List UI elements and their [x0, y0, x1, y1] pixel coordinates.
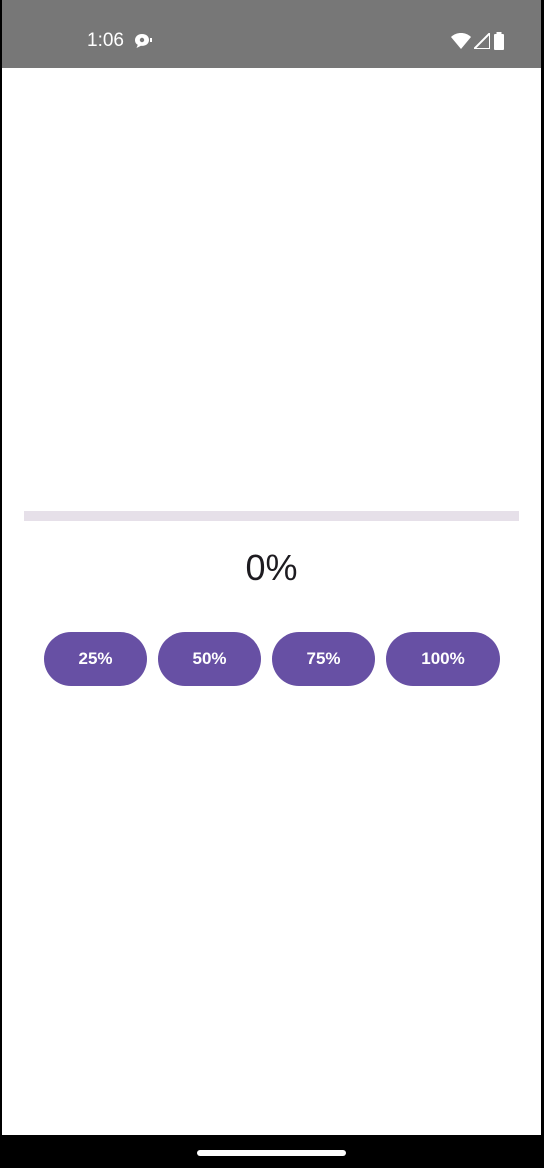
- notification-icon: [135, 34, 152, 48]
- signal-icon: [474, 33, 490, 49]
- set-25-percent-button[interactable]: 25%: [44, 632, 147, 686]
- set-50-percent-button[interactable]: 50%: [158, 632, 261, 686]
- battery-icon: [494, 32, 504, 50]
- set-75-percent-button[interactable]: 75%: [272, 632, 375, 686]
- app-content: 0% 25% 50% 75% 100%: [2, 68, 541, 1135]
- progress-percent-label: 0%: [245, 547, 298, 588]
- navigation-bar: [0, 1135, 544, 1168]
- status-icons: [451, 32, 505, 50]
- progress-bar: [24, 511, 519, 521]
- set-100-percent-button[interactable]: 100%: [386, 632, 500, 686]
- home-gesture-handle[interactable]: [197, 1150, 346, 1156]
- status-bar: 1:06: [2, 0, 541, 68]
- percent-buttons: 25% 50% 75% 100%: [44, 632, 500, 686]
- screen: 1:06 0% 25% 50% 75% 100%: [0, 0, 544, 1168]
- status-time: 1:06: [87, 30, 124, 51]
- wifi-icon: [451, 33, 471, 49]
